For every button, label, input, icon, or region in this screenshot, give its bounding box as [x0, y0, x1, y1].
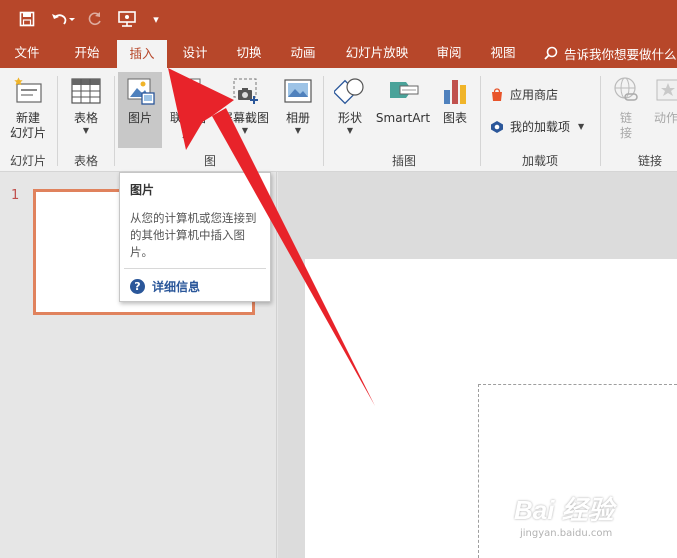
link-button[interactable]: 链 接 [608, 74, 644, 141]
present-icon[interactable] [115, 9, 139, 29]
new-slide-icon [11, 74, 45, 108]
chevron-down-icon: ▼ [82, 126, 90, 135]
tooltip-title: 图片 [130, 183, 155, 197]
chevron-down-icon: ▼ [346, 126, 354, 135]
tab-design[interactable]: 设计 [172, 38, 218, 68]
smartart-icon [386, 74, 420, 108]
store-label: 应用商店 [510, 88, 559, 102]
my-addins-button[interactable]: 我的加载项 ▼ [490, 118, 584, 135]
link-label-2: 接 [619, 126, 632, 140]
photo-album-label: 相册 [285, 111, 310, 125]
save-icon[interactable] [15, 9, 39, 29]
store-icon [490, 87, 504, 102]
online-pictures-button[interactable]: 联机图片 [166, 74, 210, 141]
chart-icon [438, 74, 472, 108]
my-addins-label: 我的加载项 [510, 120, 571, 134]
group-label-illustrations: 插图 [391, 154, 416, 168]
ribbon-insert: 新建 幻灯片 幻灯片 表格 ▼ 表格 图片 联机图片 屏幕截图 ▼ 相册 ▼ 图… [0, 68, 677, 172]
tab-file[interactable]: 文件 [4, 38, 50, 68]
search-icon [544, 46, 558, 60]
smartart-label: SmartArt [375, 111, 431, 125]
tab-slideshow[interactable]: 幻灯片放映 [337, 38, 417, 68]
redo-icon[interactable] [84, 9, 106, 29]
new-slide-button[interactable]: 新建 幻灯片 [2, 74, 54, 141]
store-button[interactable]: 应用商店 [490, 86, 558, 103]
picture-icon [123, 74, 157, 108]
ribbon-tabs: 文件 开始 插入 设计 切换 动画 幻灯片放映 审阅 视图 告诉我你想要做什么 [0, 38, 677, 68]
new-slide-label-1: 新建 [15, 111, 40, 125]
group-separator [323, 76, 324, 166]
watermark-url: jingyan.baidu.com [520, 528, 613, 539]
undo-icon[interactable] [48, 9, 78, 29]
group-label-images: 图 [203, 154, 216, 168]
customize-toolbar-icon[interactable]: ▾ [148, 9, 164, 29]
group-separator [480, 76, 481, 166]
picture-button[interactable]: 图片 [118, 72, 162, 148]
link-label-1: 链 [619, 111, 632, 125]
screenshot-label: 屏幕截图 [220, 111, 269, 125]
slide-number: 1 [11, 188, 20, 203]
group-separator [114, 76, 115, 166]
baidu-watermark: Bai 经验 jingyan.baidu.com [514, 490, 614, 539]
table-label: 表格 [73, 111, 98, 125]
tell-me-search[interactable]: 告诉我你想要做什么 [544, 38, 677, 68]
screenshot-icon [228, 74, 262, 108]
picture-label: 图片 [127, 111, 152, 125]
table-icon [69, 74, 103, 108]
smartart-button[interactable]: SmartArt [374, 74, 432, 126]
group-separator [600, 76, 601, 166]
shapes-button[interactable]: 形状 ▼ [328, 74, 372, 136]
addins-icon [490, 120, 504, 134]
tab-view[interactable]: 视图 [480, 38, 526, 68]
shapes-label: 形状 [337, 111, 362, 125]
online-pictures-label: 联机图片 [169, 111, 206, 140]
action-icon [649, 74, 677, 108]
watermark-brand: Bai 经验 [514, 495, 614, 525]
group-label-links: 链接 [637, 154, 662, 168]
chart-button[interactable]: 图表 [436, 74, 474, 126]
photo-album-button[interactable]: 相册 ▼ [278, 74, 318, 136]
tab-insert[interactable]: 插入 [117, 40, 167, 68]
shapes-icon [333, 74, 367, 108]
chevron-down-icon: ▼ [241, 126, 249, 135]
group-label-slides: 幻灯片 [9, 154, 46, 168]
tell-me-label: 告诉我你想要做什么 [564, 46, 677, 62]
tab-home[interactable]: 开始 [62, 38, 112, 68]
chart-label: 图表 [442, 111, 467, 125]
help-icon: ? [130, 279, 145, 294]
tooltip-divider [124, 268, 266, 269]
new-slide-label-2: 幻灯片 [9, 126, 46, 140]
link-icon [609, 74, 643, 108]
tab-transitions[interactable]: 切换 [226, 38, 272, 68]
tooltip-description: 从您的计算机或您连接到的其他计算机中插入图片。 [130, 211, 257, 259]
action-label: 动作 [653, 111, 677, 125]
screenshot-button[interactable]: 屏幕截图 ▼ [216, 74, 274, 136]
picture-tooltip: 图片 从您的计算机或您连接到的其他计算机中插入图片。 ? 详细信息 [119, 172, 271, 302]
tab-animations[interactable]: 动画 [280, 38, 326, 68]
group-label-tables: 表格 [73, 154, 98, 168]
online-pictures-icon [171, 74, 205, 108]
tab-review[interactable]: 审阅 [426, 38, 472, 68]
group-label-addins: 加载项 [521, 154, 558, 168]
more-info-link[interactable]: ? 详细信息 [130, 278, 200, 295]
title-bar: ▾ [0, 0, 677, 38]
more-info-label: 详细信息 [152, 280, 201, 294]
chevron-down-icon: ▼ [578, 122, 585, 131]
action-button[interactable]: 动作 [648, 74, 677, 126]
photo-album-icon [281, 74, 315, 108]
chevron-down-icon: ▼ [294, 126, 302, 135]
table-button[interactable]: 表格 ▼ [62, 74, 110, 136]
group-separator [57, 76, 58, 166]
